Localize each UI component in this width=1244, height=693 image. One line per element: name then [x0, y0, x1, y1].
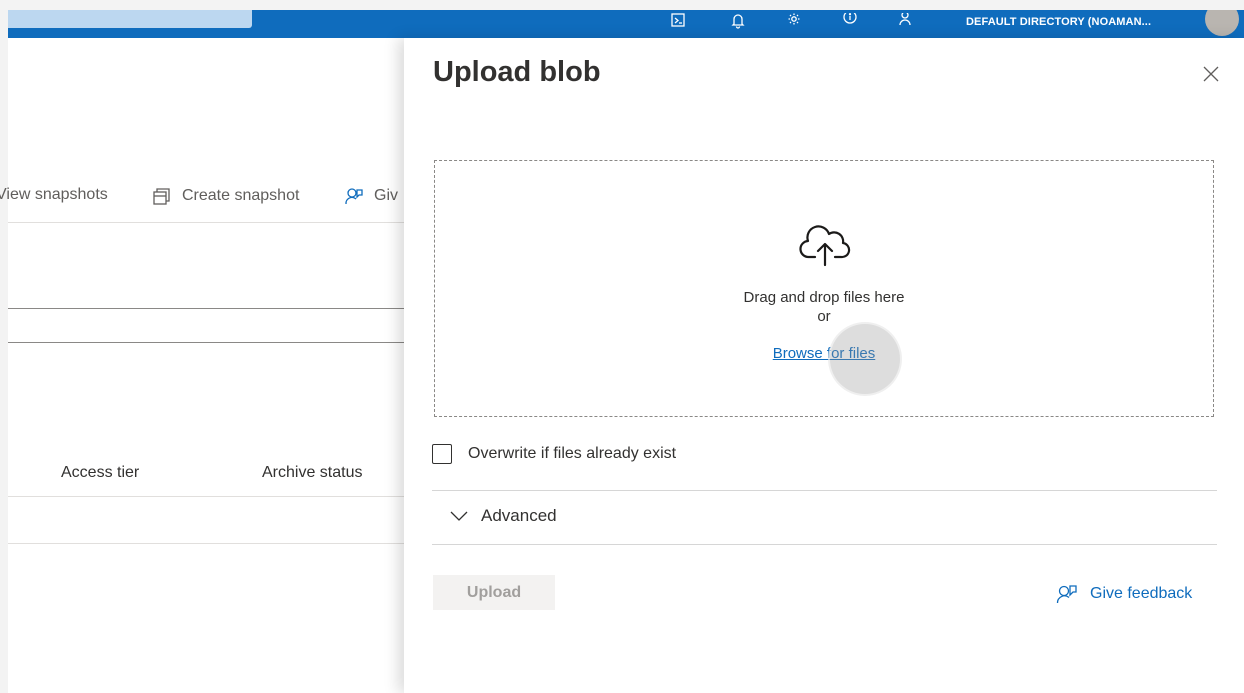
- close-icon: [1203, 66, 1219, 82]
- cloud-upload-icon: [799, 225, 851, 267]
- divider: [432, 544, 1217, 545]
- close-button[interactable]: [1199, 62, 1223, 86]
- cloud-shell-icon[interactable]: [666, 10, 690, 32]
- column-header-access-tier[interactable]: Access tier: [61, 464, 139, 482]
- overwrite-checkbox[interactable]: [432, 444, 452, 464]
- help-icon[interactable]: [838, 10, 862, 32]
- overwrite-checkbox-label: Overwrite if files already exist: [468, 445, 677, 462]
- feedback-icon: [345, 188, 363, 205]
- divider: [432, 490, 1217, 491]
- directory-name[interactable]: DEFAULT DIRECTORY (NOAMAN...: [966, 16, 1151, 28]
- avatar[interactable]: [1205, 10, 1239, 36]
- table-row-divider: [8, 543, 404, 544]
- global-search-box[interactable]: [8, 10, 252, 28]
- create-snapshot-button[interactable]: Create snapshot: [152, 186, 299, 206]
- view-snapshots-label: View snapshots: [0, 186, 108, 203]
- filter-input-border[interactable]: [8, 342, 404, 343]
- upload-button[interactable]: Upload: [433, 575, 555, 610]
- drop-or-text: or: [817, 308, 831, 325]
- chevron-down-icon: [450, 511, 468, 521]
- command-bar: View snapshots Create snapshot Giv: [0, 180, 408, 216]
- table-header-divider: [8, 496, 404, 497]
- create-snapshot-label: Create snapshot: [182, 187, 300, 204]
- gear-icon[interactable]: [782, 10, 806, 32]
- give-feedback-toolbar-button[interactable]: Giv: [344, 186, 398, 206]
- upload-blob-panel: Upload blob Drag and drop files here or …: [404, 38, 1244, 693]
- divider: [8, 222, 404, 223]
- feedback-icon[interactable]: [894, 10, 918, 32]
- filter-input-border[interactable]: [8, 308, 404, 309]
- top-bar: DEFAULT DIRECTORY (NOAMAN...: [8, 10, 1244, 38]
- file-drop-zone[interactable]: Drag and drop files here or Browse for f…: [434, 160, 1214, 417]
- give-feedback-toolbar-label: Giv: [374, 187, 398, 204]
- panel-title: Upload blob: [433, 56, 601, 88]
- overwrite-checkbox-row[interactable]: Overwrite if files already exist: [432, 444, 676, 464]
- container-blade: View snapshots Create snapshot Giv Acces…: [0, 38, 404, 693]
- feedback-icon: [1056, 585, 1077, 604]
- give-feedback-button[interactable]: Give feedback: [1056, 583, 1192, 605]
- column-header-archive-status[interactable]: Archive status: [262, 464, 362, 482]
- browse-for-files-link[interactable]: Browse for files: [773, 345, 876, 362]
- bell-icon[interactable]: [726, 10, 750, 32]
- view-snapshots-button[interactable]: View snapshots: [0, 186, 108, 204]
- give-feedback-label: Give feedback: [1090, 585, 1193, 602]
- advanced-section-toggle[interactable]: Advanced: [449, 506, 557, 526]
- drop-instruction: Drag and drop files here: [743, 289, 905, 306]
- advanced-label: Advanced: [481, 506, 557, 525]
- snapshot-icon: [153, 188, 170, 205]
